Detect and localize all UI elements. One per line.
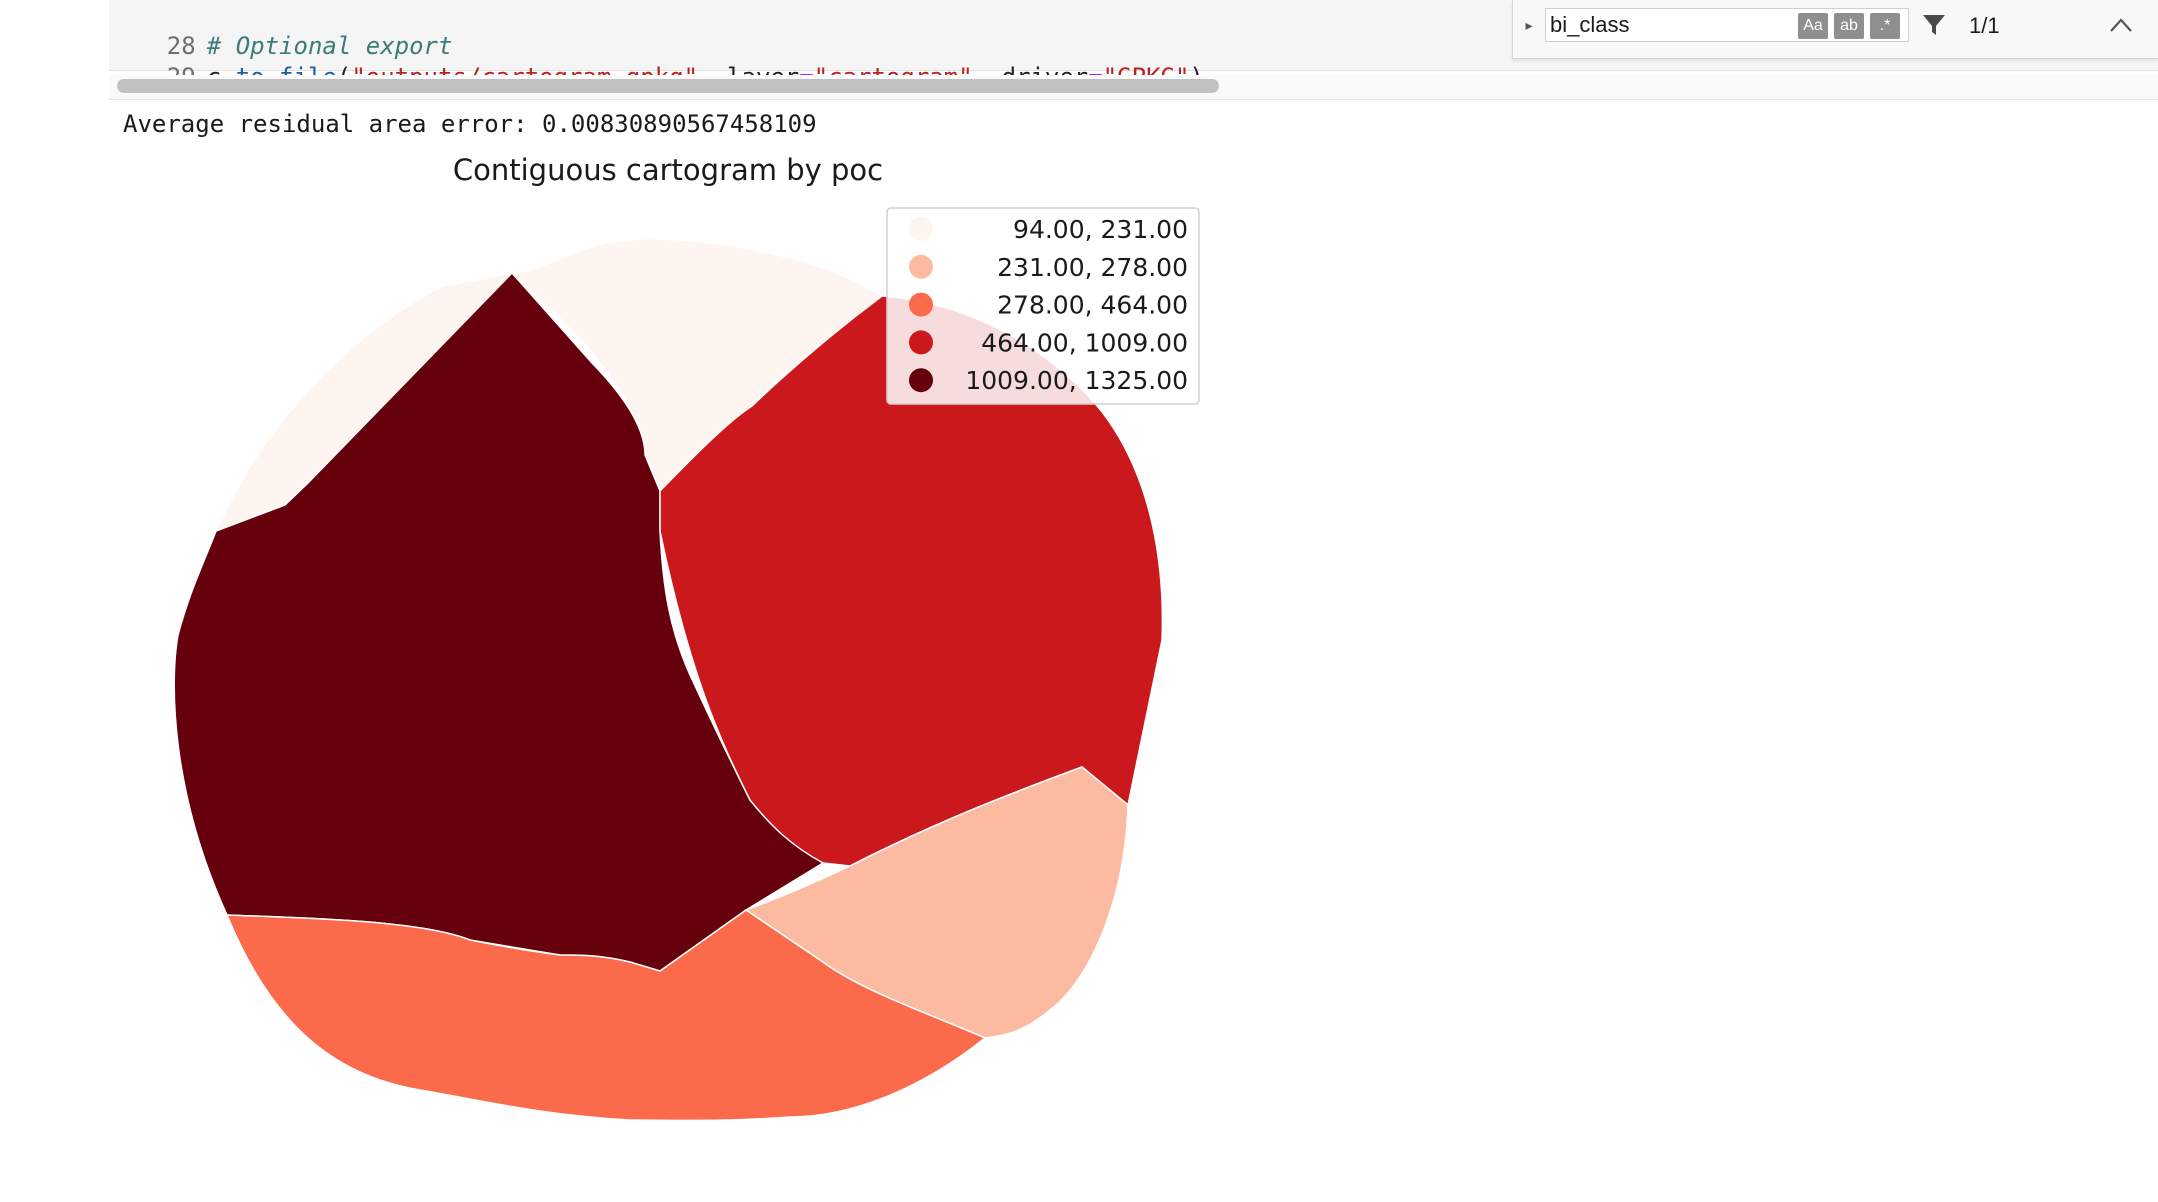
legend-label: 231.00, 278.00 (997, 253, 1188, 282)
legend-label: 1009.00, 1325.00 (965, 366, 1188, 395)
find-result-count: 1/1 (1969, 13, 2000, 38)
chevron-right-icon[interactable]: ▸ (1521, 16, 1537, 36)
match-case-toggle[interactable]: Aa (1798, 13, 1828, 39)
legend-marker (909, 330, 933, 355)
chart-title: Contiguous cartogram by poc (453, 153, 883, 187)
whole-word-toggle[interactable]: ab (1834, 13, 1864, 39)
legend-marker (909, 254, 933, 279)
cartogram-figure: Contiguous cartogram by poc 94.00, 231.0… (173, 153, 1200, 1122)
horizontal-scrollbar[interactable] (109, 75, 2158, 100)
code-line-29[interactable]: 29c.to_file("outputs/cartogram.gpkg", la… (109, 29, 1204, 91)
legend-marker (909, 368, 933, 393)
code-line-28[interactable]: 28 # Optional export (109, 0, 453, 60)
legend-marker (909, 217, 933, 241)
scrollbar-thumb[interactable] (117, 79, 1219, 93)
chevron-up-icon[interactable] (2108, 14, 2134, 36)
find-widget: ▸ Aa ab .* 1/1 (1512, 0, 2158, 59)
find-input-box[interactable]: Aa ab .* (1545, 8, 1909, 42)
legend-label: 464.00, 1009.00 (981, 328, 1188, 357)
filter-icon[interactable] (1921, 12, 1947, 38)
legend-label: 94.00, 231.00 (1013, 215, 1188, 244)
output-stdout: Average residual area error: 0.008308905… (123, 110, 817, 138)
find-input[interactable] (1550, 11, 1790, 39)
legend-marker (909, 292, 933, 317)
legend-label: 278.00, 464.00 (997, 291, 1188, 320)
regex-toggle[interactable]: .* (1870, 13, 1900, 39)
chart-legend: 94.00, 231.00 231.00, 278.00 278.00, 464.0… (886, 207, 1200, 405)
